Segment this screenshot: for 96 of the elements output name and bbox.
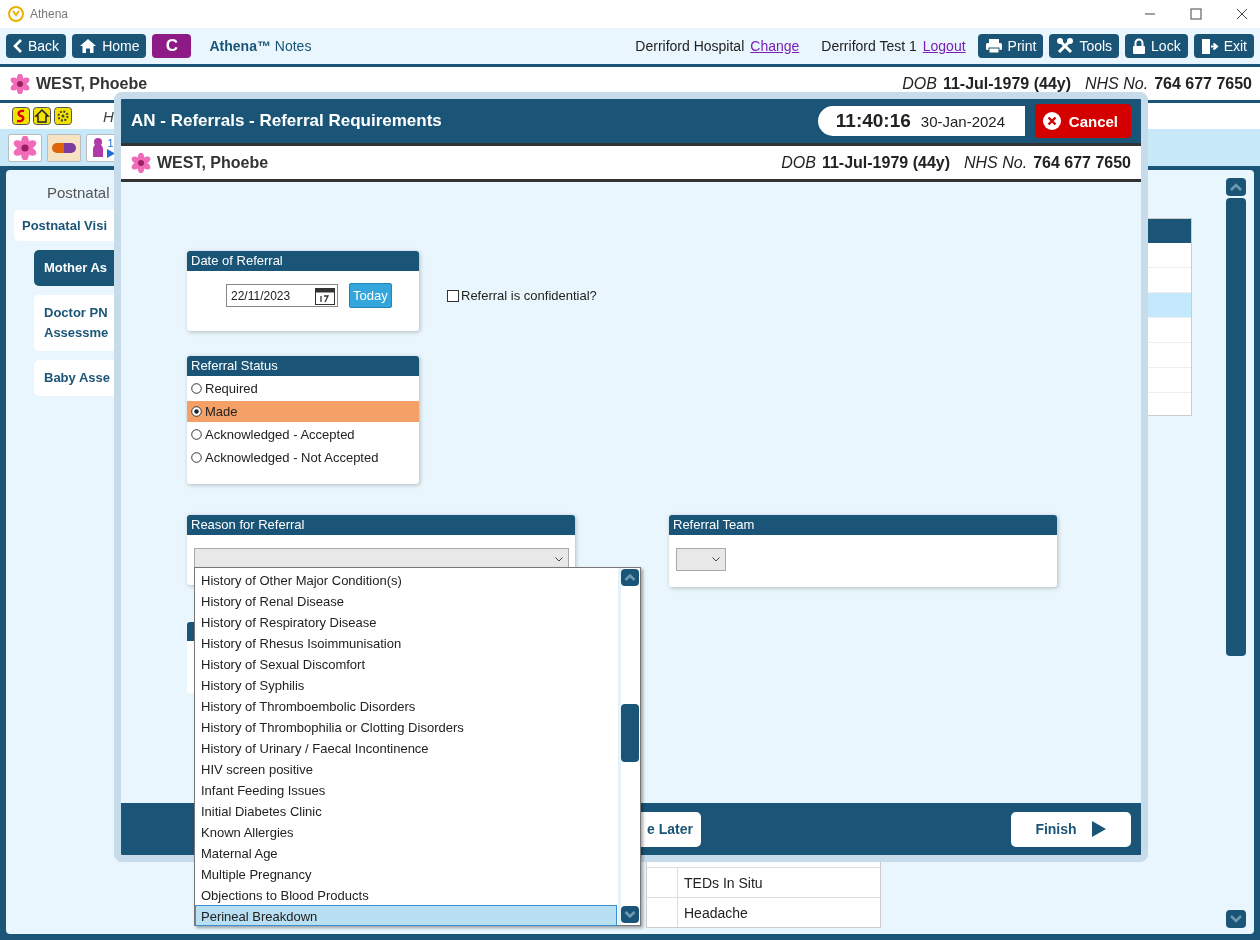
dropdown-option[interactable]: Infant Feeding Issues [195,779,617,800]
window-title: Athena [30,7,69,21]
card-title: Date of Referral [187,251,419,271]
dob-value: 11-Jul-1979 (44y) [821,153,950,172]
dob-value: 11-Jul-1979 (44y) [942,74,1071,93]
checkbox-label: Referral is confidential? [461,288,597,303]
dropdown-option[interactable]: History of Other Major Condition(s) [195,569,617,590]
medication-button[interactable] [47,133,81,162]
radio-icon [191,383,202,394]
patient-name: WEST, Phoebe [157,153,269,172]
date-field[interactable]: 22/11/2023 [226,284,338,307]
back-button[interactable]: Back [6,34,67,58]
play-icon [1090,820,1107,838]
chevron-left-icon [13,38,23,54]
date-text: 30-Jan-2024 [920,112,1006,130]
cancel-button[interactable]: Cancel [1034,104,1131,138]
pill-icon [51,141,77,154]
card-title: Referral Status [187,356,419,376]
nhs-label: NHS No. [964,153,1028,172]
exit-button[interactable]: Exit [1193,34,1254,58]
flower-icon [10,73,30,94]
radio-option[interactable]: Acknowledged - Accepted [187,424,419,445]
dropdown-option[interactable]: Initial Diabetes Clinic [195,800,617,821]
dropdown-option[interactable]: History of Syphilis [195,674,617,695]
home-button[interactable]: Home [72,34,147,58]
scroll-down-icon [621,906,639,923]
dropdown-option[interactable]: Known Allergies [195,821,617,842]
printer-icon [984,38,1003,54]
nhs-value: 764 677 7650 [1154,74,1252,93]
lock-icon [1132,37,1147,55]
app-button[interactable]: C [152,34,192,58]
logout-link[interactable]: Logout [922,38,966,54]
close-icon [1236,8,1248,20]
save-later-button[interactable]: e Later [641,811,701,847]
app-name: Athena™ Notes [209,38,312,54]
dropdown-option[interactable]: Perineal Breakdown [195,905,617,926]
tools-button[interactable]: Tools [1049,34,1120,58]
print-button[interactable]: Print [977,34,1044,58]
scroll-up-icon [621,569,639,586]
dropdown-option[interactable]: Objections to Blood Products [195,884,617,905]
dob-label: DOB [902,74,937,93]
checkbox[interactable] [447,289,459,302]
dropdown-option[interactable]: Maternal Age [195,842,617,863]
patient-name: WEST, Phoebe [36,74,148,93]
tools-icon [1056,37,1075,55]
dropdown-option[interactable]: History of Respiratory Disease [195,611,617,632]
chevron-down-icon [555,557,563,562]
lock-button[interactable]: Lock [1125,34,1188,58]
dropdown-option[interactable]: History of Renal Disease [195,590,617,611]
patient-button[interactable] [8,133,42,162]
change-link[interactable]: Change [750,38,800,54]
table-cell-text: Headache [683,904,749,923]
scrollbar-thumb[interactable] [1226,198,1246,656]
dialog-title: AN - Referrals - Referral Requirements [131,111,442,131]
exit-icon [1200,37,1219,55]
calendar-icon [315,286,335,305]
dropdown-option[interactable]: History of Sexual Discomfort [195,653,617,674]
hint-text: H [103,107,114,125]
cancel-icon [1041,111,1062,131]
flower-icon [13,135,37,160]
radio-option[interactable]: Acknowledged - Not Accepted [187,447,419,468]
alert-icon [12,107,30,125]
house-icon [33,107,51,125]
maximize-icon [1190,8,1202,20]
chevron-down-icon [712,557,720,562]
user-name: Derriford Test 1 [821,38,917,54]
radio-option[interactable]: Required [187,378,419,399]
app-logo-icon [8,6,24,22]
dropdown-option[interactable]: Multiple Pregnancy [195,863,617,884]
dropdown-option[interactable]: History of Thromboembolic Disorders [195,695,617,716]
person-icon [91,136,106,159]
radio-icon [191,429,202,440]
time-text: 11:40:16 [835,110,911,132]
nhs-label: NHS No. [1085,74,1149,93]
dropdown-option[interactable]: HIV screen positive [195,758,617,779]
flower-icon [131,152,151,173]
radio-checked-icon [191,406,202,417]
dropdown-option[interactable]: History of Urinary / Faecal Incontinence [195,737,617,758]
finish-button[interactable]: Finish [1011,811,1131,847]
scroll-down-icon [1226,910,1246,928]
dropdown-option[interactable]: History of Thrombophilia or Clotting Disorders [195,716,617,737]
scroll-up-icon [1226,178,1246,196]
scrollbar-thumb[interactable] [621,704,639,762]
radio-icon [191,452,202,463]
home-icon [79,38,98,54]
card-title: Reason for Referral [187,515,575,535]
gear-icon [54,107,72,125]
table-cell-text: TEDs In Situ [683,874,764,893]
card-title: Referral Team [669,515,1057,535]
nhs-value: 764 677 7650 [1033,153,1131,172]
dob-label: DOB [781,153,816,172]
dropdown-option[interactable]: History of Rhesus Isoimmunisation [195,632,617,653]
section-heading: Postnatal [47,184,110,201]
hospital-name: Derriford Hospital [635,38,745,54]
count-text: 1 [107,137,114,149]
radio-option[interactable]: Made [187,401,419,422]
